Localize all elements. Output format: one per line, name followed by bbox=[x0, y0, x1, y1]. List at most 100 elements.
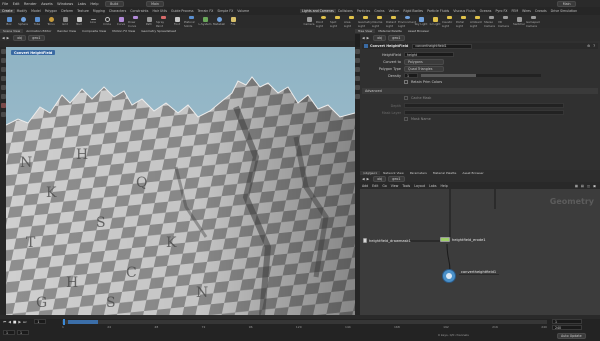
shelf-tab-constraints[interactable]: Constraints bbox=[128, 9, 150, 13]
tool-area-light[interactable]: Area Light bbox=[344, 15, 358, 28]
tool-camera[interactable]: Camera bbox=[302, 16, 316, 28]
handle-tool-icon[interactable] bbox=[0, 85, 6, 90]
shelf-tab-particle-fluids[interactable]: Particle Fluids bbox=[425, 9, 451, 13]
network-view[interactable]: Geometry heightfield_erode1 heightfield_… bbox=[360, 189, 600, 332]
timeline-right-field-1[interactable]: 1 bbox=[552, 319, 582, 324]
stop-icon[interactable]: ■ bbox=[13, 320, 16, 324]
shelf-tab-create[interactable]: Create bbox=[0, 9, 15, 13]
tool-null[interactable]: Null bbox=[72, 16, 86, 28]
tab-tree-view[interactable]: Tree View bbox=[355, 29, 376, 33]
tab-composite-view[interactable]: Composite View bbox=[79, 29, 109, 33]
tool-point-light[interactable]: Point Light bbox=[316, 15, 330, 28]
shelf-tab-guide-process[interactable]: Guide Process bbox=[169, 9, 195, 13]
tool-torus[interactable]: Torus bbox=[44, 16, 58, 28]
tool-line[interactable]: Line bbox=[86, 16, 100, 28]
tool-stereo-camera[interactable]: Stereo Camera bbox=[484, 15, 498, 28]
mask-name-checkbox[interactable] bbox=[404, 117, 408, 121]
tool-grid[interactable]: Grid bbox=[58, 16, 72, 28]
param-path-obj[interactable]: obj bbox=[373, 34, 387, 41]
path-obj[interactable]: obj bbox=[13, 34, 27, 41]
shelf-tab-collisions[interactable]: Collisions bbox=[336, 9, 355, 13]
tool-caustic-light[interactable]: Caustic Light bbox=[442, 15, 456, 28]
tool-portal-light[interactable]: Portal Light bbox=[456, 15, 470, 28]
scale-tool-icon[interactable] bbox=[0, 76, 6, 81]
shelf-tab-lights-cameras[interactable]: Lights and Cameras bbox=[300, 9, 336, 13]
tab-asset-browser[interactable]: Asset Browser bbox=[405, 29, 432, 33]
net-menu-help[interactable]: Help bbox=[438, 184, 449, 188]
play-icon[interactable]: ▶ bbox=[18, 320, 21, 324]
range-start-field-2[interactable]: 1 bbox=[17, 330, 29, 335]
tab-scene-view[interactable]: Scene View bbox=[0, 29, 24, 33]
param-field-heightfield[interactable]: height bbox=[404, 52, 454, 57]
tool-box[interactable]: Box bbox=[2, 16, 16, 28]
menu-windows[interactable]: Windows bbox=[55, 2, 75, 6]
net-menu-add[interactable]: Add bbox=[360, 184, 370, 188]
shelf-tab-volume[interactable]: Volume bbox=[235, 9, 251, 13]
tool-platonic[interactable]: Platonic Solids bbox=[184, 15, 198, 28]
tab-network-view[interactable]: Network View bbox=[380, 171, 407, 175]
menu-help[interactable]: Help bbox=[88, 2, 101, 6]
node-heightfield-erode1[interactable]: heightfield_erode1 bbox=[440, 237, 486, 242]
net-menu-edit[interactable]: Edit bbox=[370, 184, 380, 188]
jump-start-icon[interactable]: ⏮ bbox=[3, 320, 6, 324]
tool-l-system[interactable]: L-System bbox=[198, 16, 212, 28]
gear-icon[interactable]: ⚙ bbox=[587, 44, 590, 48]
tool-spot-light[interactable]: Spot Light bbox=[330, 15, 344, 28]
shelf-tab-grains[interactable]: Grains bbox=[372, 9, 386, 13]
menu-labs[interactable]: Labs bbox=[75, 2, 88, 6]
param-node-name-field[interactable]: convertheightfield1 bbox=[412, 43, 473, 49]
tab-animation-editor[interactable]: Animation Editor bbox=[23, 29, 54, 33]
shelf-tab-polygon[interactable]: Polygon bbox=[43, 9, 60, 13]
shelf-tab-texture[interactable]: Texture bbox=[75, 9, 91, 13]
tool-file[interactable]: File bbox=[226, 16, 240, 28]
section-advanced[interactable]: Advanced bbox=[362, 88, 598, 94]
transform-tool-icon[interactable] bbox=[0, 58, 6, 63]
tool-vr-camera[interactable]: VR Camera bbox=[498, 15, 512, 28]
shelf-tab-deform[interactable]: Deform bbox=[59, 9, 75, 13]
tool-path[interactable]: Path bbox=[142, 16, 156, 28]
shelf-tab-wires[interactable]: Wires bbox=[520, 9, 533, 13]
node-convertheightfield1[interactable] bbox=[442, 269, 456, 283]
shelf-tab-model[interactable]: Model bbox=[29, 9, 43, 13]
tool-draw-curve[interactable]: Draw Curve bbox=[128, 15, 142, 28]
menu-edit[interactable]: Edit bbox=[10, 2, 21, 6]
shelf-tab-drive-simulation[interactable]: Drive Simulation bbox=[549, 9, 580, 13]
tool-curve[interactable]: Curve bbox=[114, 16, 128, 28]
shelf-tab-hair-utils[interactable]: Hair Utils bbox=[150, 9, 169, 13]
shelf-tab-fem[interactable]: FEM bbox=[509, 9, 520, 13]
shelf-tab-characters[interactable]: Characters bbox=[107, 9, 128, 13]
tool-circle[interactable]: Circle bbox=[100, 16, 114, 28]
help-icon[interactable]: ? bbox=[593, 44, 595, 48]
tab-net-asset-browser[interactable]: Asset Browser bbox=[459, 171, 486, 175]
shelf-tab-rigging[interactable]: Rigging bbox=[91, 9, 107, 13]
retain-colors-checkbox[interactable] bbox=[404, 80, 408, 84]
forward-arrow-icon[interactable]: ▶ bbox=[7, 36, 10, 40]
param-forward-arrow-icon[interactable]: ▶ bbox=[367, 36, 370, 40]
net-menu-layout[interactable]: Layout bbox=[412, 184, 427, 188]
net-forward-arrow-icon[interactable]: ▶ bbox=[367, 177, 370, 181]
scene-dropdown[interactable]: Main bbox=[145, 0, 165, 7]
tool-switcher[interactable]: Switcher bbox=[512, 16, 526, 28]
net-back-arrow-icon[interactable]: ◀ bbox=[362, 177, 365, 181]
shelf-tab-modify[interactable]: Modify bbox=[15, 9, 30, 13]
tab-geometry-spreadsheet[interactable]: Geometry Spreadsheet bbox=[138, 29, 179, 33]
jump-end-icon[interactable]: ⏭ bbox=[23, 320, 26, 324]
timeline-bar[interactable] bbox=[62, 319, 547, 325]
param-dropdown-polygon-type[interactable]: Quad Triangles bbox=[404, 66, 444, 72]
node-heightfield-drawmask1[interactable]: heightfield_drawmask1 bbox=[363, 238, 411, 243]
tool-tube[interactable]: Tube bbox=[30, 16, 44, 28]
param-field-mask-layer[interactable] bbox=[404, 110, 564, 115]
shelf-tab-crowds[interactable]: Crowds bbox=[533, 9, 549, 13]
tool-sky-light[interactable]: Sky Light bbox=[414, 16, 428, 28]
net-menu-tools[interactable]: Tools bbox=[400, 184, 412, 188]
param-path-node[interactable]: geo1 bbox=[388, 34, 405, 41]
path-node[interactable]: geo1 bbox=[28, 34, 45, 41]
shelf-tab-particles[interactable]: Particles bbox=[355, 9, 372, 13]
tool-environment-light[interactable]: Environment Light bbox=[398, 15, 416, 28]
menu-render[interactable]: Render bbox=[22, 2, 39, 6]
tool-spray-paint[interactable]: Spray Paint bbox=[156, 15, 170, 28]
cache-mask-checkbox[interactable] bbox=[404, 96, 408, 100]
density-slider[interactable] bbox=[421, 74, 541, 77]
tab-motion-fx-view[interactable]: Motion FX View bbox=[109, 29, 138, 33]
param-dropdown-convert-to[interactable]: Polygons bbox=[404, 59, 444, 65]
